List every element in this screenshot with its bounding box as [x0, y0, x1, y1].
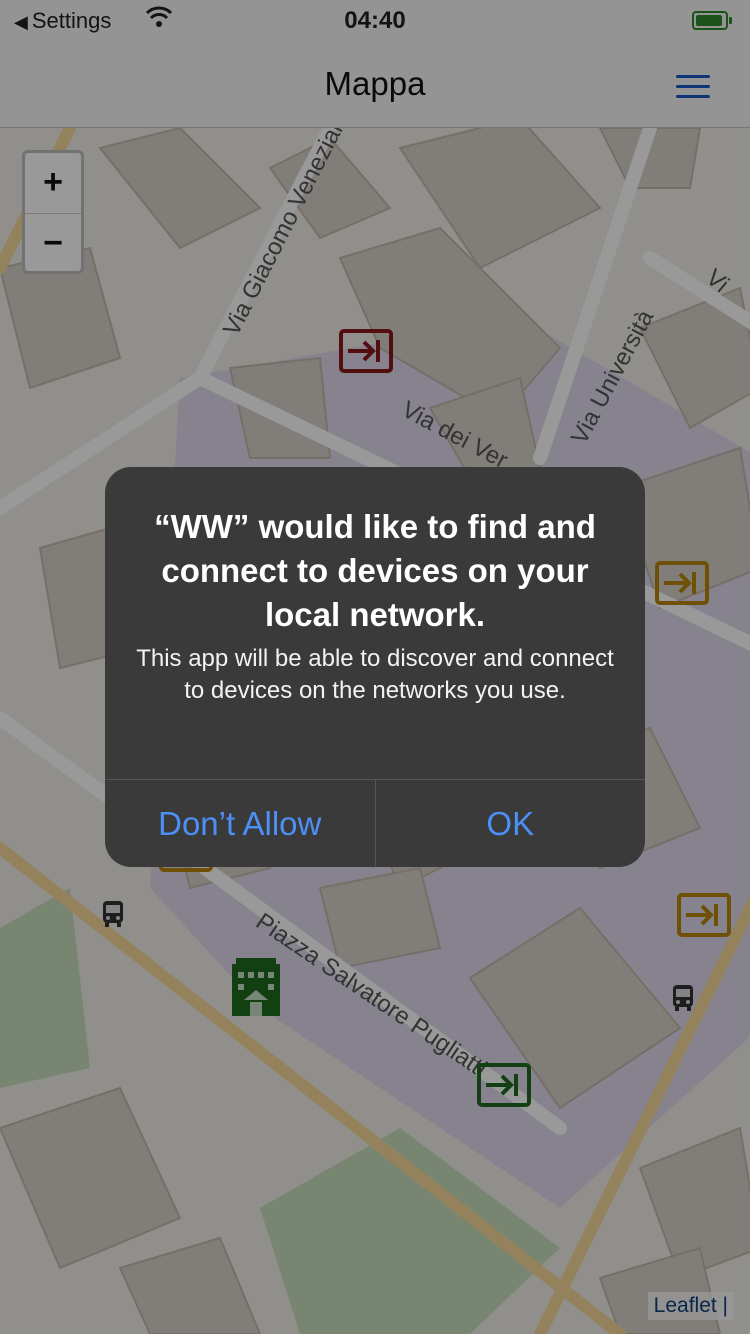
alert-title: “WW” would like to find and connect to d…: [154, 508, 596, 633]
alert-button-row: Don’t Allow OK: [105, 779, 645, 867]
dont-allow-button[interactable]: Don’t Allow: [105, 780, 375, 867]
alert-message: This app will be able to discover and co…: [136, 645, 614, 704]
ok-button[interactable]: OK: [374, 780, 646, 867]
permission-alert: “WW” would like to find and connect to d…: [105, 467, 645, 867]
